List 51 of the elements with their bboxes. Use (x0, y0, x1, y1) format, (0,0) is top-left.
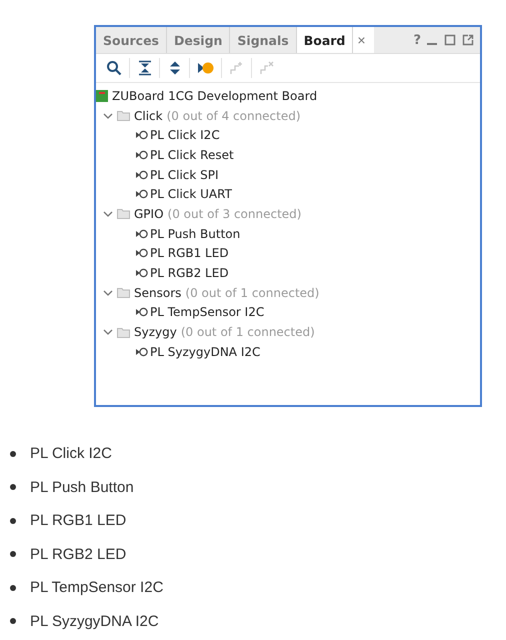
group-label[interactable]: Click (134, 108, 163, 123)
interface-icon (136, 150, 148, 160)
chevron-icon[interactable] (103, 288, 113, 298)
interface-label[interactable]: PL TempSensor I2C (150, 305, 264, 320)
board-icon (96, 90, 108, 102)
interface-icon (136, 170, 148, 180)
interface-label[interactable]: PL Click Reset (150, 148, 234, 162)
interface-icon (136, 228, 148, 239)
interface-label[interactable]: PL Click UART (150, 187, 232, 202)
interface-label[interactable]: PL Push Button (150, 226, 240, 241)
expand-all-icon[interactable] (168, 60, 182, 76)
group-label[interactable]: GPIO (134, 206, 164, 221)
list-item: PL Click I2C (30, 445, 112, 462)
interface-label[interactable]: PL RGB2 LED (150, 266, 229, 280)
interface-label[interactable]: PL Click SPI (150, 168, 219, 182)
interface-icon (136, 268, 148, 278)
folder-icon (117, 287, 130, 298)
list-item: PL RGB1 LED (30, 512, 126, 530)
connection-count: (0 out of 1 connected) (180, 325, 315, 340)
chevron-icon[interactable] (103, 327, 113, 338)
interface-icon (136, 130, 148, 140)
float-icon[interactable] (462, 34, 474, 46)
connection-count: (0 out of 1 connected) (185, 286, 320, 300)
group-label[interactable]: Syzygy (134, 325, 177, 340)
connection-count: (0 out of 3 connected) (168, 206, 302, 221)
collapse-all-icon[interactable] (138, 60, 152, 76)
interface-label[interactable]: PL Click I2C (150, 128, 220, 142)
chevron-icon[interactable] (103, 110, 113, 121)
board-name[interactable]: ZUBoard 1CG Development Board (112, 88, 318, 103)
list-item: PL SyzygyDNA I2C (30, 612, 159, 630)
chevron-icon[interactable] (103, 208, 113, 219)
interface-icon (136, 307, 148, 318)
folder-icon (117, 326, 130, 338)
interface-label[interactable]: PL SyzygyDNA I2C (150, 344, 260, 359)
auto-connect-icon[interactable] (198, 61, 214, 75)
maximize-icon[interactable] (444, 34, 456, 46)
connection-count: (0 out of 4 connected) (166, 108, 301, 123)
help-button[interactable]: ? (408, 32, 426, 48)
interface-icon (136, 346, 148, 357)
list-item: PL RGB2 LED (30, 546, 126, 563)
folder-icon (117, 110, 130, 122)
folder-icon (117, 208, 130, 220)
close-tab-button[interactable]: × (353, 27, 374, 53)
list-item: PL TempSensor I2C (30, 579, 164, 596)
search-icon[interactable] (106, 60, 122, 76)
tab[interactable]: Board (296, 27, 354, 53)
interface-icon (136, 189, 148, 200)
interface-icon (136, 248, 148, 258)
group-label[interactable]: Sensors (134, 286, 182, 300)
list-item: PL Push Button (30, 478, 134, 496)
interface-label[interactable]: PL RGB1 LED (150, 246, 229, 260)
